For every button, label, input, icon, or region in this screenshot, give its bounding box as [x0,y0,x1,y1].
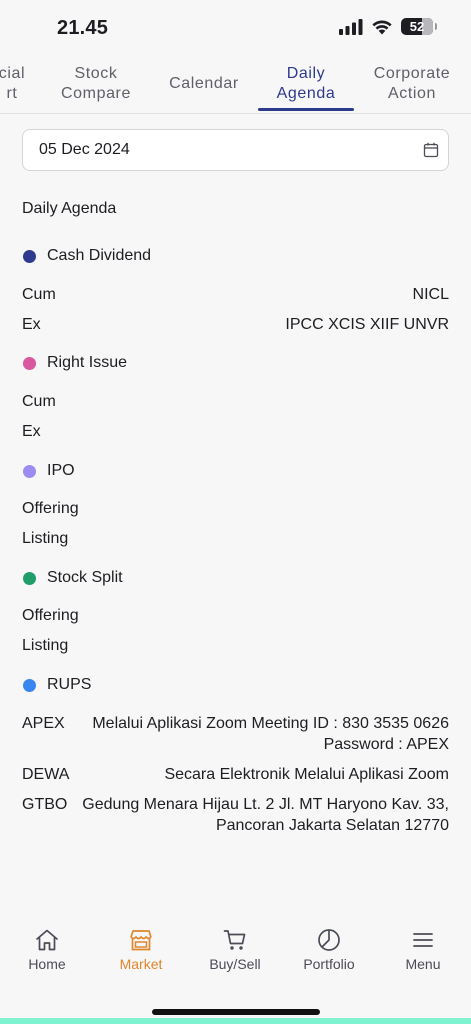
legend-ipo: IPO [22,462,75,480]
nav-portfolio-label: Portfolio [303,956,355,972]
ipo-dot [23,464,36,478]
stock-split-label: Stock Split [47,569,123,586]
nav-home[interactable]: Home [0,928,94,972]
offering-label: Offering [22,607,79,624]
rups-desc-line1: Gedung Menara Hijau Lt. 2 Jl. MT Haryono… [82,796,449,813]
rups-desc-line1: Melalui Aplikasi Zoom Meeting ID : 830 3… [92,715,449,732]
status-bar: 21.45 52 [0,0,471,56]
rups-item-gtbo: GTBO Gedung Menara Hijau Lt. 2 Jl. MT Ha… [22,794,449,836]
status-icons: 52 [339,18,437,35]
tab-bar: cial rt Stock Compare Calendar Daily Age… [0,56,471,114]
ex-value: IPCC XCIS XIIF UNVR [285,316,449,333]
rups-desc-line1: Secara Elektronik Melalui Aplikasi Zoom [164,766,449,783]
cash-dividend-dot [23,249,36,263]
bottom-nav: Home Market Buy/Sell Portfolio Menu [0,918,471,1008]
right-issue-ex-row: Ex [22,423,449,441]
listing-label: Listing [22,637,69,654]
cash-dividend-ex-row: Ex IPCC XCIS XIIF UNVR [22,316,449,334]
market-icon [130,930,152,951]
nav-market[interactable]: Market [94,928,188,972]
tab-corporate-action[interactable]: Corporate Action [366,64,458,104]
status-time: 21.45 [57,17,109,39]
stock-split-dot [23,571,36,585]
battery-icon: 52 [401,18,437,35]
legend-rups: RUPS [22,676,91,694]
ipo-listing-row: Listing [22,530,449,548]
cum-label: Cum [22,393,56,410]
pie-icon [318,929,340,951]
rups-code: APEX [22,715,65,732]
legend-stock-split: Stock Split [22,569,123,587]
right-issue-label: Right Issue [47,354,128,371]
cum-label: Cum [22,286,56,303]
rups-item-dewa: DEWA Secara Elektronik Melalui Aplikasi … [22,764,449,785]
tab-stock-compare[interactable]: Stock Compare [56,64,136,104]
battery-level: 52 [409,19,425,34]
ipo-label: IPO [47,462,75,479]
signal-icon [339,18,363,35]
ipo-offering-row: Offering [22,500,449,518]
date-value: 05 Dec 2024 [39,141,130,158]
right-issue-dot [23,356,36,370]
rups-dot [23,678,36,692]
cash-dividend-cum-row: Cum NICL [22,286,449,304]
menu-icon [413,933,433,947]
stock-split-listing-row: Listing [22,637,449,655]
tab-calendar[interactable]: Calendar [160,74,248,94]
rups-desc-line2: Password : APEX [323,736,449,753]
calendar-icon[interactable] [423,142,439,158]
nav-buy-sell-label: Buy/Sell [209,956,261,972]
tab-daily-agenda[interactable]: Daily Agenda [260,64,352,104]
cash-dividend-label: Cash Dividend [47,247,152,264]
legend-right-issue: Right Issue [22,354,127,372]
rups-label: RUPS [47,676,92,693]
nav-menu[interactable]: Menu [376,928,470,972]
tab-financial-report[interactable]: cial rt [0,64,32,104]
stock-split-offering-row: Offering [22,607,449,625]
nav-market-label: Market [119,956,163,972]
home-indicator[interactable] [152,1009,320,1015]
bottom-strip [0,1018,471,1024]
nav-menu-label: Menu [405,956,441,972]
listing-label: Listing [22,530,69,547]
right-issue-cum-row: Cum [22,393,449,411]
rups-code: GTBO [22,796,68,813]
cart-icon [223,930,246,950]
ex-label: Ex [22,423,41,440]
nav-home-label: Home [28,956,66,972]
cum-value: NICL [412,286,449,303]
date-picker-input[interactable]: 05 Dec 2024 [22,129,449,171]
active-tab-indicator [258,108,354,111]
rups-desc-line2: Pancoran Jakarta Selatan 12770 [215,817,449,834]
offering-label: Offering [22,500,79,517]
rups-code: DEWA [22,766,70,783]
nav-portfolio[interactable]: Portfolio [282,928,376,972]
daily-agenda-title: Daily Agenda [22,200,117,217]
wifi-icon [372,20,392,34]
ex-label: Ex [22,316,41,333]
home-icon [36,929,58,951]
legend-cash-dividend: Cash Dividend [22,247,151,265]
nav-buy-sell[interactable]: Buy/Sell [188,928,282,972]
rups-item-apex: APEX Melalui Aplikasi Zoom Meeting ID : … [22,713,449,755]
